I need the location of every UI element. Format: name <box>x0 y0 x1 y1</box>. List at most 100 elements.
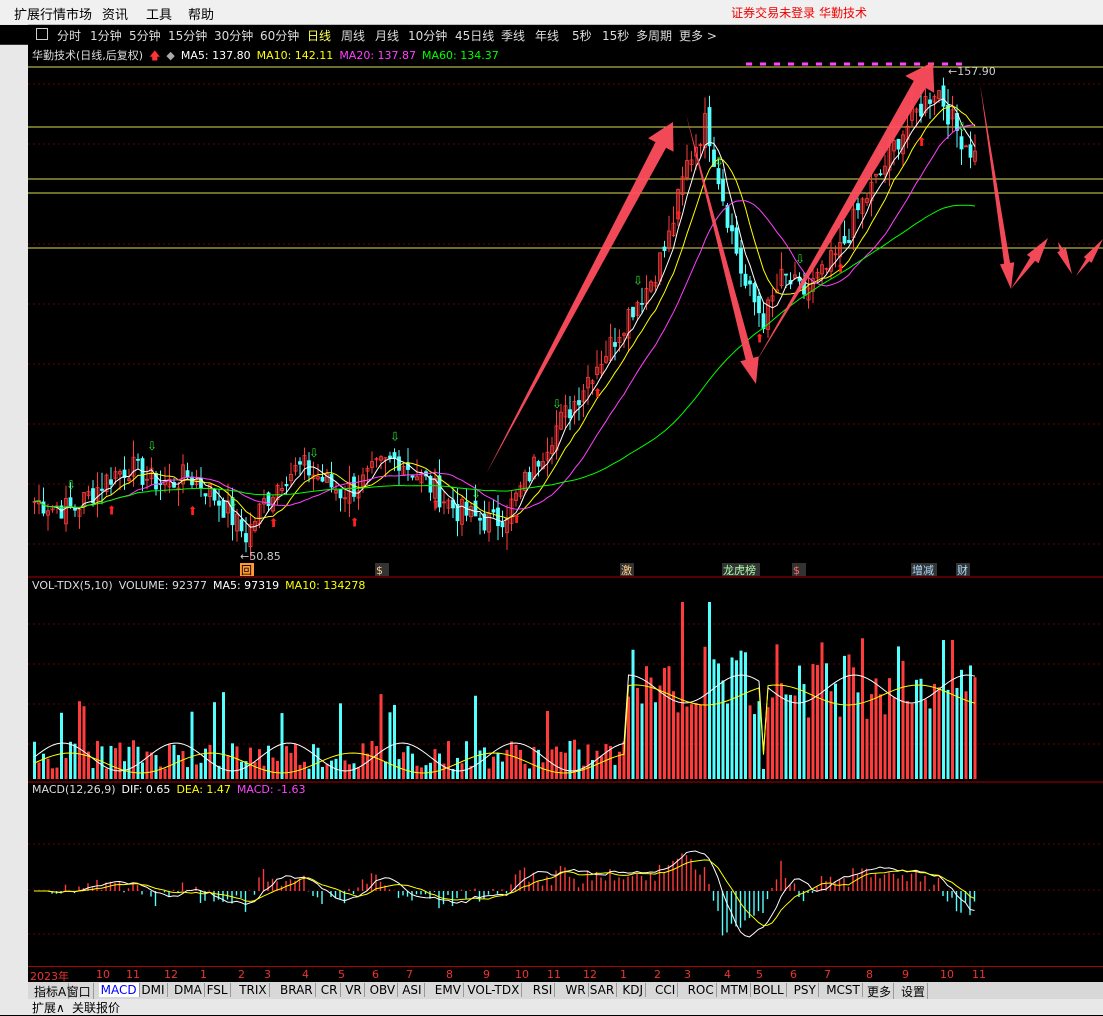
candle-body <box>527 472 532 482</box>
volume-bar <box>339 703 342 779</box>
chart-area[interactable]: ⇩⬆⇩⬆⇩⬆⇩⬆⇩⬆⇩⬆⇩⬆⇩⬆⇩⬆⇩⬆⇩⬆⇩←157.90←50.85回$激龙… <box>28 44 1103 966</box>
indicator-tab-12[interactable]: EMV <box>433 983 464 997</box>
period-15sec[interactable]: 15秒 <box>602 27 629 44</box>
volume-bar <box>312 744 315 779</box>
buy-arrow-icon: ⬆ <box>836 262 846 276</box>
period-fenshi[interactable]: 分时 <box>57 27 81 44</box>
period-60min[interactable]: 60分钟 <box>260 27 299 44</box>
period-daily[interactable]: 日线 <box>307 27 331 44</box>
x-axis-label: 4 <box>724 968 731 981</box>
volume-bar <box>816 665 819 779</box>
dea-line <box>34 859 975 926</box>
indicator-tab-23[interactable]: MCST <box>824 983 863 997</box>
settings-dot-icon[interactable]: ◆ <box>166 49 174 62</box>
indicator-tab-3[interactable]: DMI <box>139 983 168 997</box>
sell-arrow-icon: ⇩ <box>552 397 562 411</box>
indicator-tab-21[interactable]: BOLL <box>751 983 787 997</box>
macd-dif: DIF: 0.65 <box>121 783 171 796</box>
period-5sec[interactable]: 5秒 <box>572 27 592 44</box>
expand-tab[interactable]: 扩展∧ <box>32 999 65 1016</box>
volume-bar <box>942 640 945 779</box>
period-multi[interactable]: 多周期 <box>636 27 672 44</box>
ma20-line <box>34 123 976 510</box>
indicator-tab-11[interactable]: ASI <box>400 983 425 997</box>
volume-bar <box>667 666 671 779</box>
volume-bar <box>199 762 203 779</box>
candle-body <box>496 507 500 527</box>
volume-bar <box>951 639 954 779</box>
volume-bar <box>294 744 297 779</box>
volume-bar <box>879 694 882 779</box>
indicator-tab-19[interactable]: ROC <box>686 983 717 997</box>
candle-body <box>244 533 248 543</box>
chart-canvas[interactable]: ⇩⬆⇩⬆⇩⬆⇩⬆⇩⬆⇩⬆⇩⬆⇩⬆⇩⬆⇩⬆⇩⬆⇩←157.90←50.85回$激龙… <box>28 44 1103 966</box>
related-quotes-tab[interactable]: 关联报价 <box>72 999 120 1016</box>
candle-body <box>536 461 541 467</box>
indicator-tab-25[interactable]: 设置 <box>899 983 929 1000</box>
candle-body <box>397 456 401 471</box>
volume-bar <box>222 692 225 779</box>
period-10min[interactable]: 10分钟 <box>408 27 447 44</box>
volume-bar <box>766 707 770 779</box>
indicator-tab-7[interactable]: BRAR <box>278 983 316 997</box>
sell-arrow-icon: ⇩ <box>66 478 76 492</box>
indicator-tab-10[interactable]: OBV <box>368 983 399 997</box>
period-1min[interactable]: 1分钟 <box>90 27 122 44</box>
event-marker: $ <box>793 564 800 577</box>
indicator-tab-13[interactable]: VOL-TDX <box>465 983 523 997</box>
x-axis-label: 12 <box>164 968 178 981</box>
period-5min[interactable]: 5分钟 <box>129 27 161 44</box>
volume-bar <box>843 655 846 779</box>
volume-bar <box>78 701 81 779</box>
menu-item-tools[interactable]: 工具 <box>146 4 172 23</box>
candle-body <box>68 497 73 508</box>
indicator-tab-16[interactable]: SAR <box>588 983 618 997</box>
candle-body <box>739 248 743 274</box>
candle-body <box>730 225 734 232</box>
indicator-tab-5[interactable]: FSL <box>205 983 231 997</box>
period-monthly[interactable]: 月线 <box>375 27 399 44</box>
indicator-tab-24[interactable]: 更多 <box>865 983 895 1000</box>
indicator-tab-1[interactable]: 窗口 <box>65 983 94 1000</box>
period-more[interactable]: 更多 > <box>679 27 717 44</box>
indicator-tab-14[interactable]: RSI <box>531 983 556 997</box>
window-toggle-icon[interactable] <box>36 28 48 40</box>
volume-bar <box>253 761 257 779</box>
indicator-tab-17[interactable]: KDJ <box>620 983 647 997</box>
indicator-tab-2[interactable]: MACD <box>98 983 140 997</box>
volume-bar <box>141 762 144 779</box>
period-30min[interactable]: 30分钟 <box>214 27 253 44</box>
indicator-tab-22[interactable]: PSY <box>792 983 819 997</box>
indicator-tab-8[interactable]: CR <box>319 983 341 997</box>
indicator-tab-4[interactable]: DMA <box>172 983 205 997</box>
volume-bar <box>285 746 288 779</box>
volume-bar <box>910 703 914 779</box>
candle-body <box>478 517 482 521</box>
volume-bar <box>829 691 833 779</box>
volume-bar <box>811 664 815 779</box>
volume-bar <box>429 762 432 779</box>
menu-item-help[interactable]: 帮助 <box>188 4 214 23</box>
candle-body <box>491 509 496 513</box>
period-quarterly[interactable]: 季线 <box>501 27 525 44</box>
volume-bar <box>546 710 549 779</box>
menu-item-news[interactable]: 资讯 <box>102 4 128 23</box>
x-axis-label: 3 <box>264 968 271 981</box>
period-yearly[interactable]: 年线 <box>535 27 559 44</box>
menu-bar: 扩展行情市场 资讯 工具 帮助 证券交易未登录 华勤技术 <box>0 0 1103 25</box>
period-15min[interactable]: 15分钟 <box>168 27 207 44</box>
period-weekly[interactable]: 周线 <box>341 27 365 44</box>
buy-arrow-icon: ⬆ <box>593 386 603 400</box>
event-marker: 财 <box>957 563 968 577</box>
volume-bar <box>159 766 162 779</box>
indicator-tab-20[interactable]: MTM <box>718 983 752 997</box>
period-45day[interactable]: 45日线 <box>455 27 494 44</box>
volume-bar <box>397 759 401 779</box>
indicator-tab-9[interactable]: VR <box>343 983 365 997</box>
ma5-line <box>34 98 976 528</box>
indicator-tab-18[interactable]: CCI <box>653 983 679 997</box>
indicator-tab-15[interactable]: WR <box>563 983 589 997</box>
candle-body <box>757 295 761 314</box>
menu-item-market[interactable]: 扩展行情市场 <box>14 4 92 23</box>
indicator-tab-6[interactable]: TRIX <box>237 983 270 997</box>
